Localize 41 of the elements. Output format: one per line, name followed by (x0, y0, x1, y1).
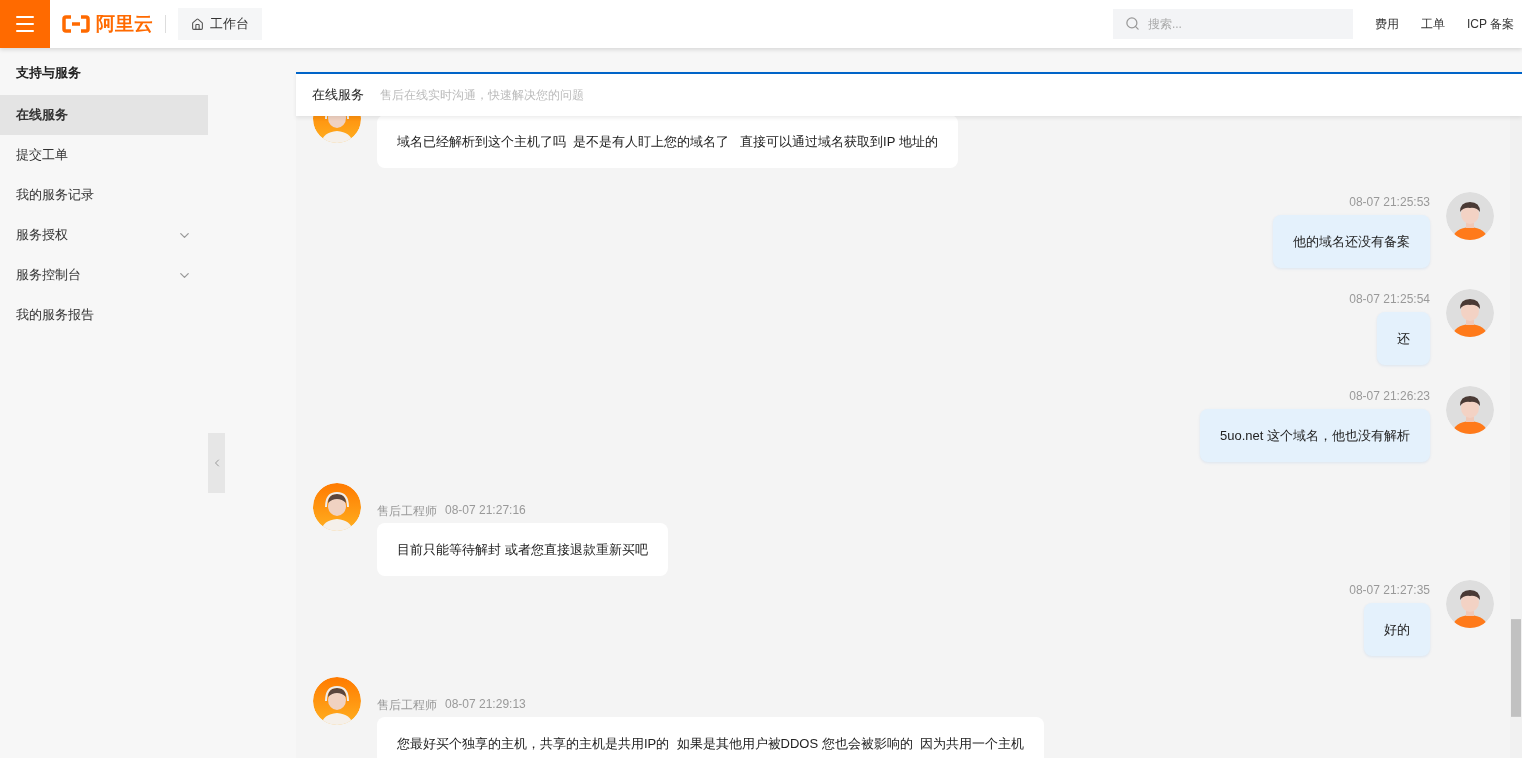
top-nav-link[interactable]: 费用 (1374, 15, 1399, 33)
message-bubble: 目前只能等待解封 或者您直接退款重新买吧 (377, 523, 668, 576)
message-time: 08-07 21:25:54 (1349, 292, 1430, 308)
avatar-icon (313, 677, 361, 725)
panel-subtitle: 售后在线实时沟通，快速解决您的问题 (380, 86, 584, 104)
message-time: 08-07 21:25:53 (1349, 195, 1430, 211)
search-field[interactable]: 搜索... (1112, 9, 1353, 39)
message-bubble: 5uo.net 这个域名，他也没有解析 (1200, 409, 1430, 462)
avatar-icon (1446, 386, 1494, 434)
avatar-icon (313, 483, 361, 531)
sidebar-item[interactable]: 提交工单 (0, 135, 208, 175)
sidebar-item[interactable]: 我的服务记录 (0, 175, 208, 215)
top-nav-link[interactable]: 工单 (1420, 15, 1445, 33)
logo-icon (62, 15, 90, 33)
message-time: 08-07 21:29:13 (445, 697, 526, 713)
message-bubble: 您最好买个独享的主机，共享的主机是共用IP的 如果是其他用户被DDOS 您也会被影响的 因为共用一个主机 (377, 717, 1044, 758)
collapse-handle[interactable] (208, 433, 225, 493)
search-icon (1124, 16, 1140, 31)
message-time: 08-07 21:27:16 (445, 503, 526, 519)
sidebar-item[interactable]: 服务授权 (0, 215, 208, 255)
avatar-icon (1446, 289, 1494, 337)
message-bubble: 他的域名还没有备案 (1273, 215, 1430, 268)
message-bubble: 域名已经解析到这个主机了吗 是不是有人盯上您的域名了 直接可以通过域名获取到IP 地址的 (377, 116, 958, 168)
sender-name: 售后工程师 (377, 503, 437, 519)
panel-title: 在线服务 (312, 86, 364, 104)
workbench-button[interactable]: 工作台 (178, 8, 262, 40)
logo-text: 阿里云 (96, 12, 153, 36)
top-nav-link[interactable]: ICP 备案 (1466, 15, 1514, 33)
sender-name: 售后工程师 (377, 697, 437, 713)
message-bubble: 好的 (1364, 603, 1430, 656)
sidebar-item[interactable]: 在线服务 (0, 95, 208, 135)
home-icon (191, 17, 204, 31)
menu-button[interactable] (0, 0, 50, 48)
message-bubble: 还 (1377, 312, 1430, 365)
sidebar-item[interactable]: 服务控制台 (0, 255, 208, 295)
message-time: 08-07 21:26:23 (1349, 389, 1430, 405)
sidebar-title: 支持与服务 (15, 64, 82, 82)
message-time: 08-07 21:27:35 (1349, 583, 1430, 599)
avatar-icon (1446, 192, 1494, 240)
sidebar-item[interactable]: 我的服务报告 (0, 295, 208, 335)
avatar-icon (1446, 580, 1494, 628)
